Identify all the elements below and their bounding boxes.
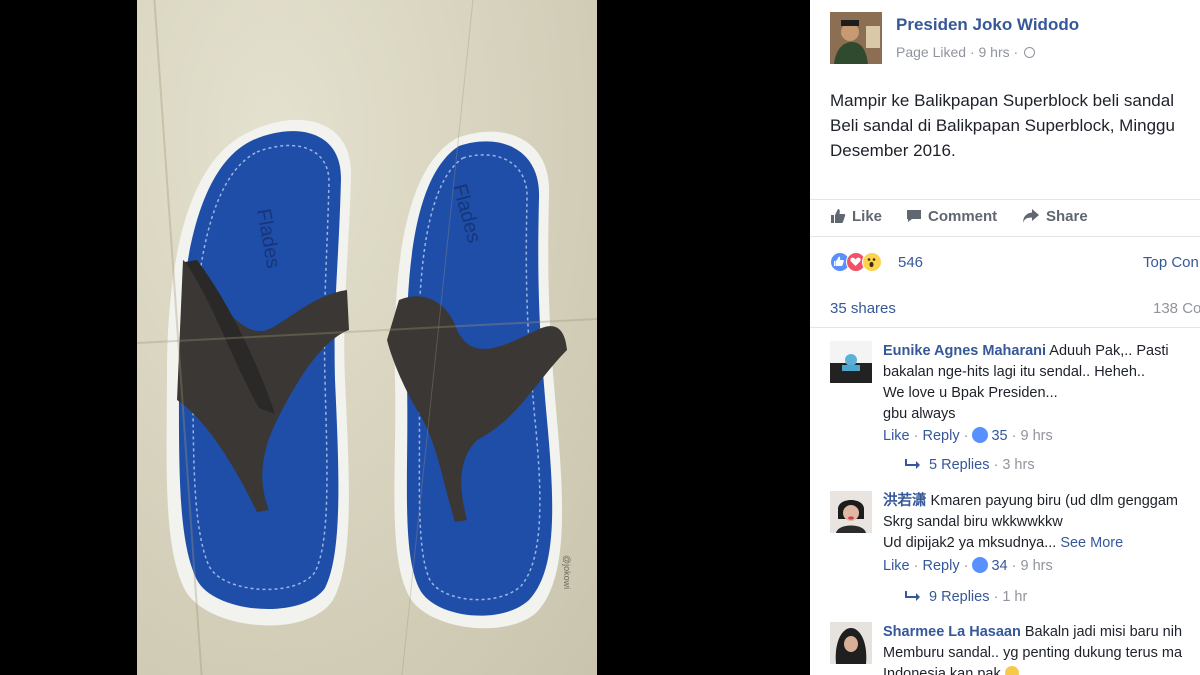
comment-like-link[interactable]: Like xyxy=(883,428,910,444)
comment-button[interactable]: Comment xyxy=(906,208,997,225)
share-button[interactable]: Share xyxy=(1022,208,1088,225)
comment-line: Kmaren payung biru (ud dlm genggam xyxy=(926,493,1178,509)
commenter-avatar[interactable] xyxy=(830,341,872,383)
comment-line: gbu always xyxy=(883,406,956,422)
avatar-photo-icon xyxy=(830,12,882,64)
commenter-name-link[interactable]: Eunike Agnes Maharani xyxy=(883,343,1046,359)
reply-arrow-icon xyxy=(905,591,920,601)
comment-line: Skrg sandal biru wkkwwkkw xyxy=(883,514,1063,530)
commenter-avatar[interactable] xyxy=(830,622,872,664)
commenter-name-link[interactable]: Sharmee La Hasaan xyxy=(883,624,1021,640)
replies-time: 1 hr xyxy=(1002,589,1028,605)
comment-icon xyxy=(907,210,921,222)
page-name-link[interactable]: Presiden Joko Widodo xyxy=(896,15,1079,35)
replies-count: 9 Replies xyxy=(929,589,990,605)
comment-time[interactable]: 9 hrs xyxy=(1021,558,1053,574)
comment-label: Comment xyxy=(928,208,998,225)
share-label: Share xyxy=(1046,208,1088,225)
comment-line: Indonesia kan pak xyxy=(883,666,1001,675)
post-header: Presiden Joko Widodo Page Liked · 9 hrs … xyxy=(810,0,1200,78)
post-text-line: Mampir ke Balikpapan Superblock beli san… xyxy=(830,91,1174,110)
comment-tools: Like · Reply · 35 · 9 hrs xyxy=(883,427,1053,444)
comment-line: We love u Bpak Presiden... xyxy=(883,385,1058,401)
top-comments-dropdown[interactable]: Top Con xyxy=(1143,254,1199,271)
globe-icon xyxy=(1024,47,1036,58)
comment-tools: Like · Reply · 34 · 9 hrs xyxy=(883,557,1053,574)
comment-like-count[interactable]: 34 xyxy=(991,558,1007,574)
like-label: Like xyxy=(852,208,883,225)
comment-like-link[interactable]: Like xyxy=(883,558,910,574)
view-replies-link[interactable]: 5 Replies · 3 hrs xyxy=(905,457,1035,473)
divider xyxy=(810,327,1200,328)
avatar-photo-icon xyxy=(830,622,872,664)
post-meta-text: Page Liked · 9 hrs · xyxy=(896,44,1019,60)
thumbs-up-icon xyxy=(831,209,846,223)
reply-arrow-icon xyxy=(905,459,920,469)
comment-text: Sharmee La Hasaan Bakaln jadi misi baru … xyxy=(883,622,1200,675)
post-panel: Presiden Joko Widodo Page Liked · 9 hrs … xyxy=(810,0,1200,675)
comment-line: Aduuh Pak,.. Pasti xyxy=(1046,343,1169,359)
comment-line: bakalan nge-hits lagi itu sendal.. Heheh… xyxy=(883,364,1145,380)
comment-time[interactable]: 9 hrs xyxy=(1021,428,1053,444)
like-badge-icon xyxy=(972,557,989,573)
like-badge-icon xyxy=(972,427,989,443)
comment-line: Memburu sandal.. yg penting dukung terus… xyxy=(883,645,1183,661)
post-text-line: Beli sandal di Balikpapan Superblock, Mi… xyxy=(830,116,1175,135)
avatar-photo-icon xyxy=(830,491,872,533)
comment-line: Bakaln jadi misi baru nih xyxy=(1020,624,1183,640)
avatar-photo-icon xyxy=(830,341,872,383)
comment-count-link[interactable]: 138 Co xyxy=(1153,300,1200,317)
replies-count: 5 Replies xyxy=(929,457,990,473)
share-icon xyxy=(1023,209,1039,223)
commenter-name-link[interactable]: 洪若潇 xyxy=(883,493,927,509)
wow-reaction-icon xyxy=(862,252,882,272)
comment-text: Eunike Agnes Maharani Aduuh Pak,.. Pasti… xyxy=(883,341,1200,425)
comment-line: Ud dipijak2 ya mksudnya... xyxy=(883,535,1057,551)
left-sandal: Flades xyxy=(166,119,352,626)
comment-reply-link[interactable]: Reply xyxy=(923,558,960,574)
commenter-avatar[interactable] xyxy=(830,491,872,533)
post-actions-bar: Like Comment Share xyxy=(810,199,1200,237)
smile-emoji-icon xyxy=(1004,666,1019,675)
comment-like-count[interactable]: 35 xyxy=(991,428,1007,444)
post-meta: Page Liked · 9 hrs · xyxy=(896,44,1036,60)
shares-link[interactable]: 35 shares xyxy=(830,300,896,317)
like-button[interactable]: Like xyxy=(830,208,882,225)
post-photo[interactable]: Flades Flades xyxy=(137,0,597,675)
reaction-count: 546 xyxy=(898,254,924,271)
post-text-line: Desember 2016. xyxy=(830,141,956,160)
photo-watermark: @jokowi xyxy=(562,555,572,590)
comment-reply-link[interactable]: Reply xyxy=(923,428,960,444)
post-text: Mampir ke Balikpapan Superblock beli san… xyxy=(830,88,1200,163)
page-avatar[interactable] xyxy=(830,12,882,64)
replies-time: 3 hrs xyxy=(1002,457,1035,473)
view-replies-link[interactable]: 9 Replies · 1 hr xyxy=(905,589,1027,605)
see-more-link[interactable]: See More xyxy=(1060,535,1123,551)
comment-text: 洪若潇 Kmaren payung biru (ud dlm genggam S… xyxy=(883,491,1200,554)
